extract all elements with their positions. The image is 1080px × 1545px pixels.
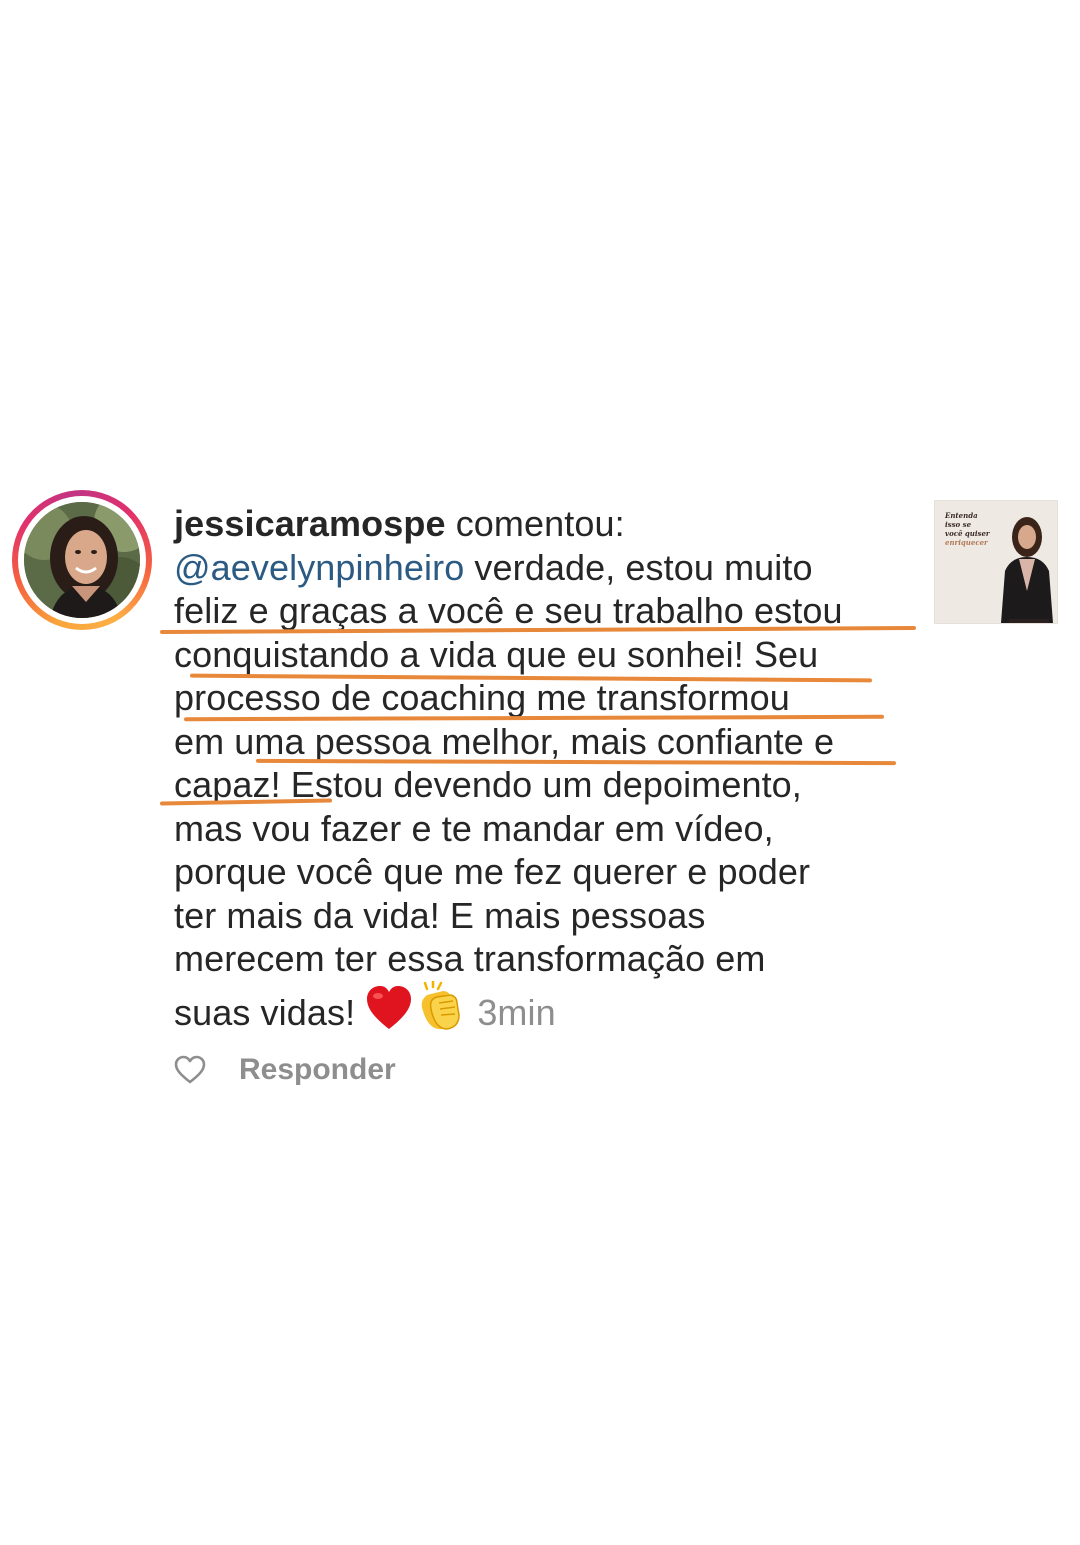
- comment-line-7: mas vou fazer e te mandar em vídeo,: [174, 807, 774, 849]
- heart-outline-icon[interactable]: [174, 1055, 206, 1085]
- comment-timestamp: 3min: [477, 991, 556, 1033]
- comment-line-4: processo de coaching me transformou: [174, 677, 790, 718]
- comment-text-segment-last: suas vidas!: [174, 991, 356, 1033]
- comment-line-3: conquistando a vida que eu sonhei! Seu: [174, 633, 819, 675]
- comment-line-8: porque você que me fez querer e poder: [174, 851, 811, 892]
- comment-line-5: em uma pessoa melhor, mais confiante e: [174, 720, 835, 762]
- heart-emoji-icon: [365, 985, 413, 1041]
- avatar-story-ring[interactable]: [12, 490, 152, 630]
- comment-text-segment: verdade, estou muito: [464, 546, 813, 588]
- comment-line-11: suas vidas! 3min: [174, 979, 914, 1041]
- comment-actions: Responder: [174, 1050, 396, 1090]
- reply-button[interactable]: Responder: [239, 1053, 396, 1087]
- username-link[interactable]: jessicaramospe: [174, 503, 446, 544]
- comment-action-label: comentou:: [455, 503, 625, 544]
- comment-line-1: @aevelynpinheiro verdade, estou muito: [174, 546, 914, 590]
- comment-text-block: jessicaramospe comentou: @aevelynpinheir…: [174, 502, 914, 1040]
- comment-line-9: ter mais da vida! E mais pessoas: [174, 894, 706, 936]
- thumbnail-person-image-icon: [1001, 517, 1053, 623]
- clapping-hands-emoji-icon: [413, 979, 467, 1041]
- profile-photo-icon: [24, 502, 140, 618]
- comment-line-10: merecem ter essa transformação em: [174, 938, 766, 979]
- post-thumbnail[interactable]: Entenda isso se você quiser enriquecer: [934, 500, 1058, 624]
- comment-header-line: jessicaramospe comentou:: [174, 502, 914, 546]
- mention-link[interactable]: @aevelynpinheiro: [174, 547, 464, 588]
- avatar-ring-gap: [18, 496, 146, 624]
- avatar[interactable]: [24, 502, 140, 618]
